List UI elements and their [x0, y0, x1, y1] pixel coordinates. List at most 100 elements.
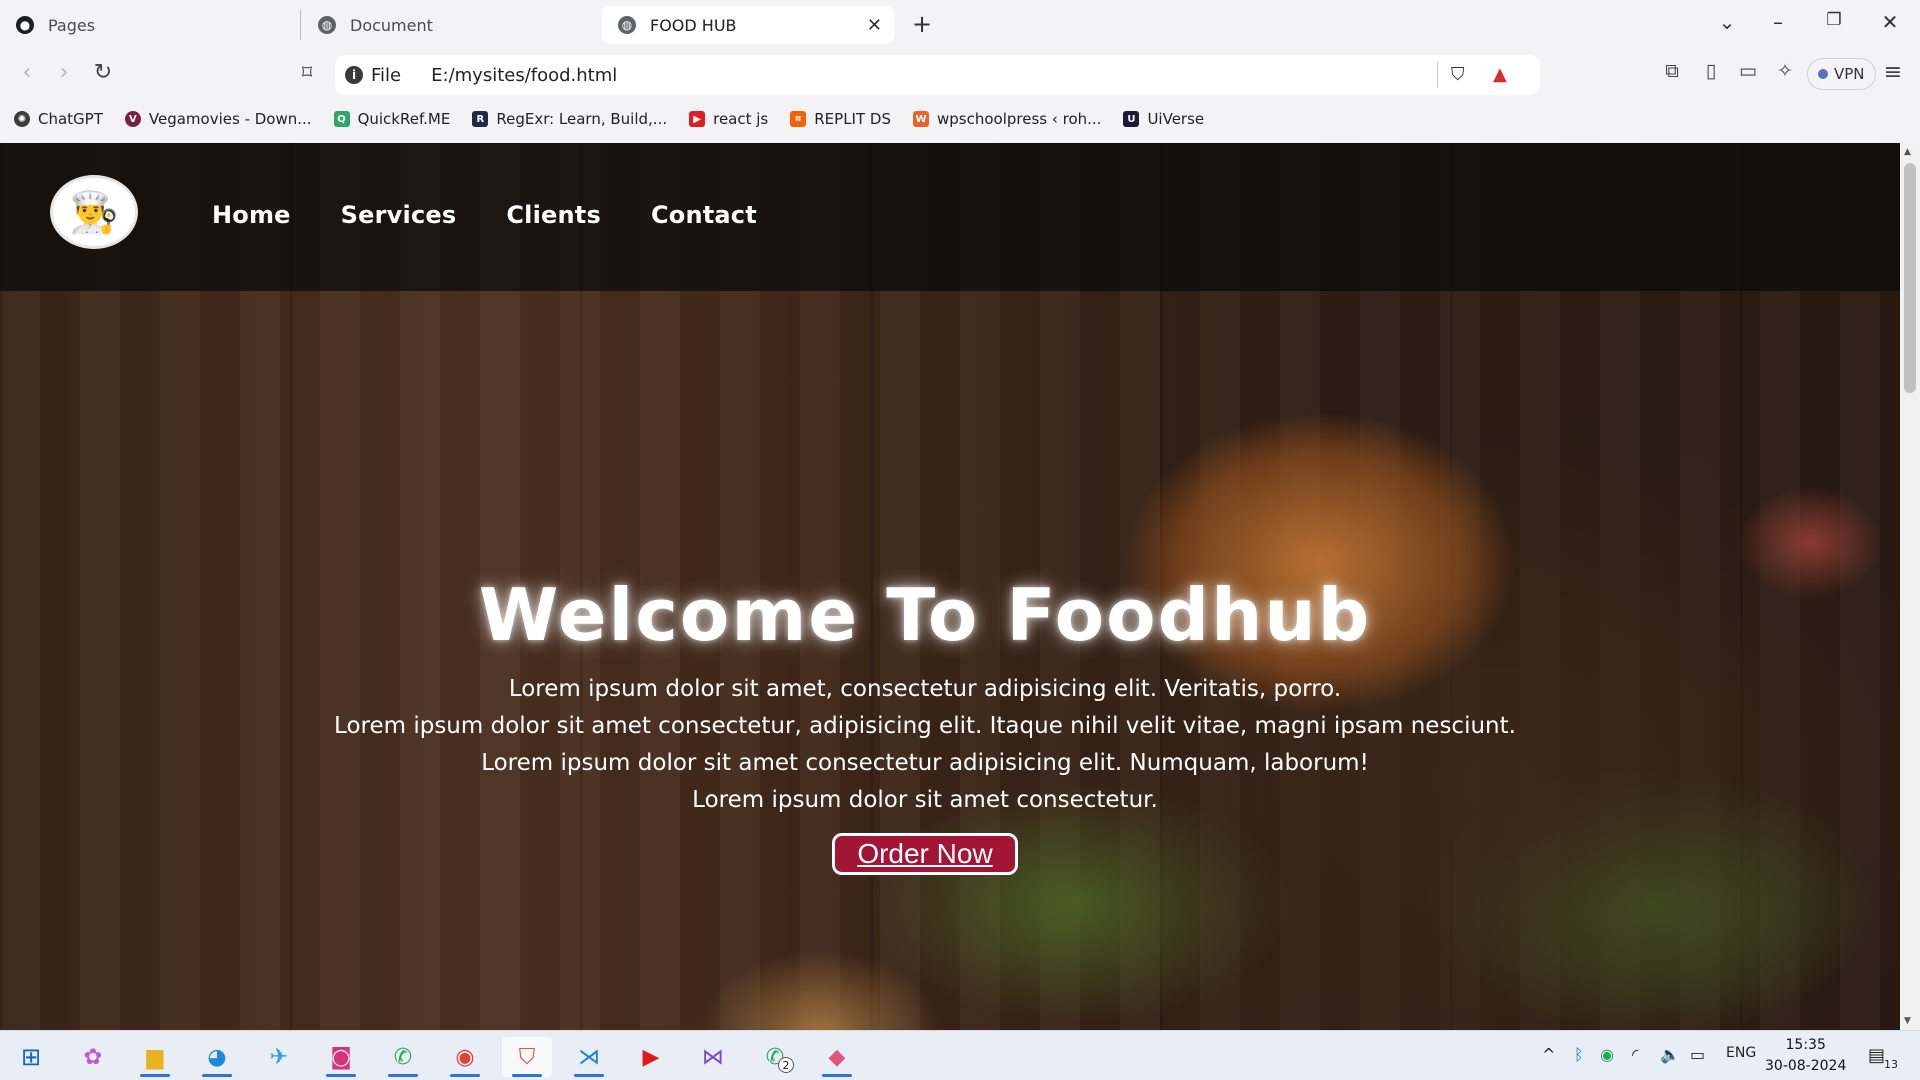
running-indicator	[512, 1074, 542, 1077]
hero-line: Lorem ipsum dolor sit amet consectetur.	[692, 787, 1158, 813]
address-divider	[1437, 62, 1438, 88]
regexr-icon: R	[472, 111, 489, 127]
bookmark-quickref[interactable]: Q QuickRef.ME	[333, 110, 451, 128]
quickref-icon: Q	[333, 111, 350, 127]
hero-line: Lorem ipsum dolor sit amet, consectetur …	[508, 676, 1342, 702]
running-indicator	[574, 1074, 604, 1077]
navigation-toolbar: ‹ › ↻ ⌑ i File E:/mysites/food.html ⛉ ▲ …	[0, 52, 1920, 98]
forward-icon[interactable]: ›	[49, 60, 79, 85]
visual-studio-icon[interactable]: ⋈	[688, 1037, 738, 1077]
system-clock[interactable]: 15:35 30-08-2024	[1765, 1035, 1846, 1077]
main-nav: Home Services Clients Contact	[212, 201, 807, 229]
sync-icon[interactable]: ◉	[1600, 1045, 1614, 1064]
running-indicator	[388, 1074, 418, 1077]
nav-clients[interactable]: Clients	[506, 201, 601, 229]
tab-label: Pages	[48, 15, 96, 35]
reload-icon[interactable]: ↻	[88, 60, 118, 85]
hero-description: Lorem ipsum dolor sit amet, consectetur …	[0, 671, 1900, 819]
show-hidden-icons[interactable]: ^	[1542, 1045, 1555, 1064]
file-explorer-icon[interactable]: ▆	[130, 1037, 180, 1077]
menu-icon[interactable]: ≡	[1878, 60, 1908, 85]
bookmark-react-js[interactable]: ▶ react js	[689, 110, 768, 128]
new-tab-button[interactable]: +	[910, 10, 934, 38]
tab-food-hub[interactable]: ◍ FOOD HUB ✕	[602, 6, 894, 44]
bookmark-icon[interactable]: ⌑	[292, 60, 322, 84]
bookmark-vegamovies[interactable]: V Vegamovies - Down...	[124, 110, 312, 128]
tab-label: Document	[350, 15, 433, 35]
tab-search-chevron-icon[interactable]: ⌄	[1715, 10, 1739, 34]
wifi-icon[interactable]: ◜	[1632, 1045, 1638, 1064]
brave-shields-icon[interactable]: ⛉	[1451, 64, 1465, 85]
chef-logo-icon[interactable]: 👨‍🍳	[50, 175, 138, 249]
notification-icon[interactable]: ▤	[1868, 1045, 1885, 1066]
running-indicator	[450, 1074, 480, 1077]
close-window-button[interactable]: ✕	[1878, 10, 1902, 34]
close-tab-icon[interactable]: ✕	[867, 15, 882, 36]
language-indicator[interactable]: ENG	[1726, 1045, 1756, 1061]
tab-pages[interactable]: ● Pages	[16, 6, 296, 44]
chrome-icon[interactable]: ◉	[440, 1037, 490, 1077]
globe-icon: ◍	[618, 16, 636, 34]
running-indicator	[140, 1074, 170, 1077]
vpn-button[interactable]: VPN	[1807, 58, 1876, 90]
page-scrollbar[interactable]: ▲ ▼	[1900, 143, 1920, 1030]
clock-date: 30-08-2024	[1765, 1058, 1847, 1074]
nav-home[interactable]: Home	[212, 201, 291, 229]
bookmark-label: UiVerse	[1147, 110, 1205, 128]
scheme-label: File	[371, 64, 402, 86]
hero-line: Lorem ipsum dolor sit amet consectetur a…	[481, 750, 1369, 776]
info-icon[interactable]: i	[345, 66, 363, 84]
scroll-up-icon[interactable]: ▲	[1904, 147, 1911, 157]
minimize-button[interactable]: –	[1766, 10, 1790, 34]
bookmark-chatgpt[interactable]: ✺ ChatGPT	[14, 110, 103, 128]
order-now-button[interactable]: Order Now	[832, 833, 1018, 875]
brave-rewards-icon[interactable]: ▲	[1493, 64, 1507, 85]
bluetooth-icon[interactable]: ᛒ	[1574, 1045, 1584, 1064]
whatsapp-business-icon[interactable]: ✆ 2	[750, 1037, 800, 1077]
page-viewport: 👨‍🍳 Home Services Clients Contact Welcom…	[0, 143, 1900, 1030]
scroll-thumb[interactable]	[1904, 163, 1916, 393]
notification-count: 13	[1884, 1058, 1898, 1071]
bookmark-wpschoolpress[interactable]: Wwpschoolpress ‹ roh...	[912, 110, 1102, 128]
github-icon: ●	[16, 16, 34, 34]
telegram-icon[interactable]: ✈	[254, 1037, 304, 1077]
instagram-icon[interactable]: ◙	[316, 1037, 366, 1077]
bookmark-label: wpschoolpress ‹ roh...	[936, 110, 1102, 128]
tab-document[interactable]: ◍ Document	[318, 6, 598, 44]
restore-button[interactable]: ❐	[1822, 10, 1846, 30]
scroll-down-icon[interactable]: ▼	[1904, 1016, 1911, 1026]
tab-divider	[300, 10, 301, 40]
running-indicator	[822, 1074, 852, 1077]
extensions-icon[interactable]: ⧉	[1657, 60, 1687, 82]
windows-start-icon[interactable]: ⊞	[6, 1037, 56, 1077]
bookmark-regexr[interactable]: R RegExr: Learn, Build,...	[472, 110, 667, 128]
bookmark-uiverse[interactable]: U UiVerse	[1123, 110, 1204, 128]
vpn-status-icon	[1818, 69, 1828, 79]
windows-taskbar: ⊞ ✿ ▆ ◕ ✈ ◙ ✆ ◉ ⛉ ⋊ ▶ ⋈ ✆ 2 ◆ ^ ᛒ ◉ ◜ 🔈 ▭…	[0, 1030, 1920, 1080]
vscode-icon[interactable]: ⋊	[564, 1037, 614, 1077]
nav-services[interactable]: Services	[341, 201, 457, 229]
copilot-icon[interactable]: ✿	[68, 1037, 118, 1077]
brave-icon[interactable]: ⛉	[502, 1037, 552, 1077]
wallet-icon[interactable]: ▭	[1733, 60, 1763, 82]
whatsapp-icon[interactable]: ✆	[378, 1037, 428, 1077]
tab-strip: ● Pages ◍ Document ◍ FOOD HUB ✕ + ⌄ – ❐ …	[0, 0, 1920, 50]
back-icon[interactable]: ‹	[12, 60, 42, 85]
volume-icon[interactable]: 🔈	[1660, 1045, 1680, 1064]
nav-contact[interactable]: Contact	[651, 201, 757, 229]
youtube-music-icon[interactable]: ▶	[626, 1037, 676, 1077]
edge-icon[interactable]: ◕	[192, 1037, 242, 1077]
bookmark-label: QuickRef.ME	[357, 110, 451, 128]
running-indicator	[326, 1074, 356, 1077]
address-bar[interactable]: i File E:/mysites/food.html ⛉ ▲	[335, 55, 1540, 95]
url-text[interactable]: E:/mysites/food.html	[431, 65, 617, 86]
bookmark-label: REPLIT DS	[814, 110, 891, 128]
battery-icon[interactable]: ▭	[1690, 1045, 1705, 1064]
bookmark-replit[interactable]: ⌗ REPLIT DS	[790, 110, 891, 128]
leo-ai-icon[interactable]: ✧	[1770, 60, 1800, 82]
git-icon[interactable]: ◆	[812, 1037, 862, 1077]
sidebar-icon[interactable]: ▯	[1696, 60, 1726, 82]
bookmarks-bar: ✺ ChatGPT V Vegamovies - Down... Q QuickRef…	[0, 100, 1920, 138]
hero-title: Welcome To Foodhub	[478, 573, 1372, 657]
running-indicator	[202, 1074, 232, 1077]
